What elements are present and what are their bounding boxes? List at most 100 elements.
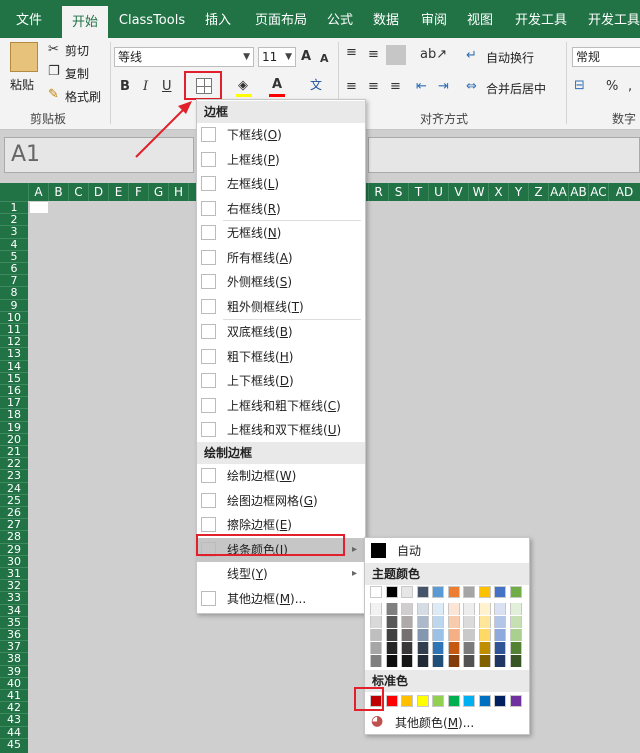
tab-page-layout[interactable]: 页面布局	[248, 0, 314, 38]
menu-item-items1-0[interactable]: 下框线(O)	[197, 123, 365, 147]
row-header[interactable]: 31	[0, 567, 28, 580]
menu-item-items3-0[interactable]: 双底框线(B)	[197, 320, 365, 344]
column-header[interactable]: AA	[548, 183, 568, 201]
standard-color-swatch[interactable]	[432, 695, 444, 707]
row-header[interactable]: 4	[0, 237, 28, 250]
theme-shade-swatch[interactable]	[478, 655, 491, 667]
paste-button[interactable]: 粘贴	[10, 76, 34, 93]
tab-data[interactable]: 数据	[366, 0, 406, 38]
phonetic-icon[interactable]: 文	[310, 76, 322, 94]
auto-color-swatch[interactable]	[371, 543, 386, 558]
align-center-icon[interactable]: ≡	[368, 78, 379, 96]
theme-shade-swatch[interactable]	[494, 642, 506, 654]
menu-item-items4-1[interactable]: 绘图边框网格(G)	[197, 489, 365, 513]
row-header[interactable]: 6	[0, 262, 28, 275]
theme-shade-swatch[interactable]	[416, 642, 429, 654]
menu-item-items3-2[interactable]: 上下框线(D)	[197, 369, 365, 393]
italic-button[interactable]: I	[143, 78, 148, 96]
row-header[interactable]: 25	[0, 493, 28, 506]
standard-color-swatch[interactable]	[385, 695, 398, 707]
row-header[interactable]: 12	[0, 335, 28, 348]
font-size-combo[interactable]: 11 ▼	[258, 47, 296, 67]
standard-color-swatch[interactable]	[478, 695, 491, 707]
standard-color-swatch[interactable]	[494, 695, 506, 707]
tab-review[interactable]: 审阅	[414, 0, 454, 38]
menu-item-items1-1[interactable]: 上框线(P)	[197, 148, 365, 172]
menu-item-items4-4[interactable]: 线型(Y) ▸	[197, 562, 365, 586]
theme-color-swatch[interactable]	[447, 586, 460, 598]
increase-font-icon[interactable]: A	[301, 48, 311, 66]
column-header[interactable]: Y	[508, 183, 528, 201]
row-header[interactable]: 32	[0, 579, 28, 592]
row-header[interactable]: 42	[0, 701, 28, 714]
theme-shade-swatch[interactable]	[447, 603, 460, 615]
column-header[interactable]: B	[48, 183, 68, 201]
paste-icon[interactable]	[10, 42, 38, 72]
column-header[interactable]: W	[468, 183, 488, 201]
theme-shade-swatch[interactable]	[370, 603, 382, 615]
theme-shade-swatch[interactable]	[463, 655, 475, 667]
menu-item-items3-4[interactable]: 上框线和双下框线(U)	[197, 418, 365, 442]
menu-item-items4-5[interactable]: 其他边框(M)...	[197, 587, 365, 611]
column-header[interactable]: F	[128, 183, 148, 201]
column-header[interactable]: U	[428, 183, 448, 201]
row-header[interactable]: 27	[0, 518, 28, 531]
column-header[interactable]: S	[388, 183, 408, 201]
row-header[interactable]: 44	[0, 725, 28, 738]
merge-center-button[interactable]: 合并后居中	[486, 80, 546, 97]
row-header[interactable]: 29	[0, 542, 28, 555]
theme-shade-swatch[interactable]	[478, 642, 491, 654]
theme-color-swatch[interactable]	[432, 586, 444, 598]
theme-shade-swatch[interactable]	[494, 629, 506, 641]
row-header[interactable]: 11	[0, 323, 28, 336]
row-header[interactable]: 45	[0, 737, 28, 750]
theme-shade-swatch[interactable]	[432, 616, 444, 628]
row-header[interactable]: 43	[0, 713, 28, 726]
auto-color-label[interactable]: 自动	[397, 542, 421, 559]
row-header[interactable]: 37	[0, 640, 28, 653]
theme-shade-swatch[interactable]	[509, 603, 522, 615]
column-header[interactable]: X	[488, 183, 508, 201]
theme-shade-swatch[interactable]	[463, 603, 475, 615]
theme-shade-swatch[interactable]	[401, 655, 413, 667]
row-header[interactable]: 5	[0, 249, 28, 262]
align-right-icon[interactable]: ≡	[390, 78, 401, 96]
menu-item-items3-3[interactable]: 上框线和粗下框线(C)	[197, 394, 365, 418]
theme-shade-swatch[interactable]	[401, 642, 413, 654]
tab-view[interactable]: 视图	[460, 0, 500, 38]
theme-shade-swatch[interactable]	[494, 616, 506, 628]
row-header[interactable]: 19	[0, 420, 28, 433]
more-colors-item[interactable]: 其他颜色(M)...	[395, 714, 474, 731]
tab-formulas[interactable]: 公式	[320, 0, 360, 38]
number-format-combo[interactable]: 常规	[572, 47, 640, 67]
formula-input[interactable]	[368, 137, 640, 173]
row-header[interactable]: 35	[0, 615, 28, 628]
align-middle-icon[interactable]: ≡	[368, 46, 379, 64]
theme-shade-swatch[interactable]	[447, 629, 460, 641]
wrap-text-icon[interactable]: ↵	[466, 47, 477, 65]
theme-shade-swatch[interactable]	[401, 616, 413, 628]
standard-color-swatch[interactable]	[416, 695, 429, 707]
row-header[interactable]: 18	[0, 408, 28, 421]
percent-button[interactable]: %	[606, 78, 618, 96]
theme-shade-swatch[interactable]	[494, 655, 506, 667]
menu-item-items2-1[interactable]: 所有框线(A)	[197, 246, 365, 270]
theme-shade-swatch[interactable]	[385, 629, 398, 641]
row-header[interactable]: 39	[0, 664, 28, 677]
column-header[interactable]: A	[28, 183, 48, 201]
row-header[interactable]: 34	[0, 603, 28, 616]
column-header[interactable]: V	[448, 183, 468, 201]
theme-color-swatch[interactable]	[463, 586, 475, 598]
comma-icon[interactable]: ,	[628, 78, 632, 96]
align-top-icon[interactable]: ≡	[346, 44, 357, 62]
theme-color-swatch[interactable]	[494, 586, 506, 598]
theme-color-swatch[interactable]	[385, 586, 398, 598]
tab-insert[interactable]: 插入	[196, 0, 240, 38]
column-header[interactable]: E	[108, 183, 128, 201]
theme-shade-swatch[interactable]	[385, 616, 398, 628]
column-header[interactable]: D	[88, 183, 108, 201]
format-painter-button[interactable]: 格式刷	[65, 88, 101, 105]
theme-shade-swatch[interactable]	[432, 629, 444, 641]
theme-shade-swatch[interactable]	[432, 642, 444, 654]
tab-developer-2[interactable]: 开发工具	[584, 0, 640, 38]
